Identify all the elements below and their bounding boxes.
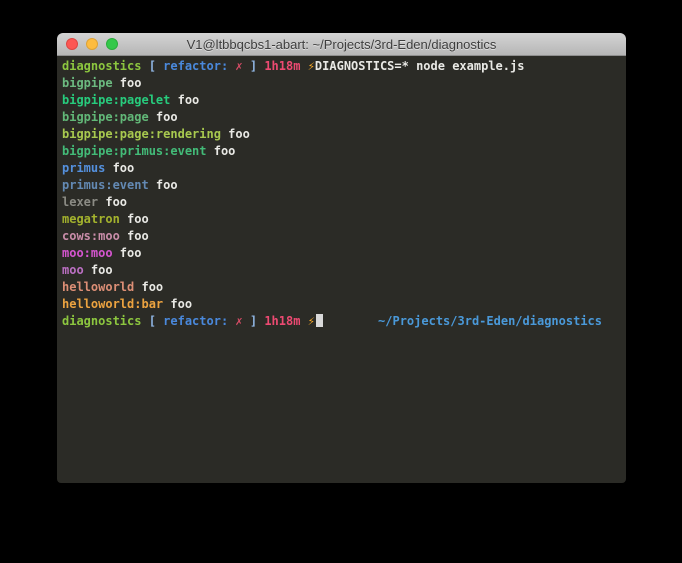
terminal-line: diagnostics [ refactor: ✗ ] 1h18m ⚡ ~/Pro…	[62, 313, 621, 330]
debug-message: foo	[127, 229, 149, 243]
terminal-line-text: megatron foo	[62, 211, 149, 228]
minimize-button[interactable]	[86, 38, 98, 50]
terminal-line-text: helloworld:bar foo	[62, 296, 192, 313]
debug-namespace: helloworld:bar	[62, 297, 170, 311]
git-dirty-flag: ✗	[235, 59, 242, 73]
prompt-project-name: diagnostics	[62, 314, 149, 328]
terminal-line-text: diagnostics [ refactor: ✗ ] 1h18m ⚡	[62, 313, 323, 330]
terminal-line: diagnostics [ refactor: ✗ ] 1h18m ⚡DIAGN…	[62, 58, 621, 75]
debug-namespace: primus	[62, 161, 113, 175]
traffic-lights	[66, 33, 118, 55]
terminal-line-text: primus foo	[62, 160, 134, 177]
prompt-project-name: diagnostics	[62, 59, 149, 73]
prompt-bracket: [	[149, 314, 163, 328]
terminal-line-text: bigpipe foo	[62, 75, 141, 92]
debug-namespace: cows:moo	[62, 229, 127, 243]
terminal-line-text: moo:moo foo	[62, 245, 141, 262]
terminal-line-text: moo foo	[62, 262, 113, 279]
debug-message: foo	[91, 263, 113, 277]
debug-message: foo	[120, 246, 142, 260]
terminal-line: cows:moo foo	[62, 228, 621, 245]
terminal-line: megatron foo	[62, 211, 621, 228]
prompt-bracket: ]	[243, 314, 265, 328]
terminal-window: V1@ltbbqcbs1-abart: ~/Projects/3rd-Eden/…	[57, 33, 626, 483]
terminal-line: helloworld:bar foo	[62, 296, 621, 313]
terminal-line: moo:moo foo	[62, 245, 621, 262]
terminal-line: bigpipe:primus:event foo	[62, 143, 621, 160]
git-dirty-flag: ✗	[235, 314, 242, 328]
terminal-line-text: bigpipe:primus:event foo	[62, 143, 235, 160]
debug-namespace: bigpipe:primus:event	[62, 144, 214, 158]
lightning-bolt-icon: ⚡	[308, 314, 315, 328]
terminal-line: lexer foo	[62, 194, 621, 211]
window-titlebar[interactable]: V1@ltbbqcbs1-abart: ~/Projects/3rd-Eden/…	[57, 33, 626, 56]
terminal-line: helloworld foo	[62, 279, 621, 296]
debug-namespace: megatron	[62, 212, 127, 226]
debug-namespace: helloworld	[62, 280, 141, 294]
terminal-line: bigpipe foo	[62, 75, 621, 92]
debug-message: foo	[228, 127, 250, 141]
terminal-line: primus:event foo	[62, 177, 621, 194]
debug-namespace: moo:moo	[62, 246, 120, 260]
terminal-line-text: bigpipe:pagelet foo	[62, 92, 199, 109]
prompt-duration: 1h18m	[264, 314, 307, 328]
prompt-bracket: ]	[243, 59, 265, 73]
debug-namespace: primus:event	[62, 178, 156, 192]
terminal-line-text: cows:moo foo	[62, 228, 149, 245]
debug-message: foo	[141, 280, 163, 294]
debug-message: foo	[156, 178, 178, 192]
debug-message: foo	[178, 93, 200, 107]
debug-namespace: moo	[62, 263, 91, 277]
terminal-line-text: diagnostics [ refactor: ✗ ] 1h18m ⚡DIAGN…	[62, 58, 524, 75]
debug-namespace: bigpipe:pagelet	[62, 93, 178, 107]
debug-message: foo	[120, 76, 142, 90]
terminal-line: primus foo	[62, 160, 621, 177]
command-text: DIAGNOSTICS=* node example.js	[315, 59, 525, 73]
debug-message: foo	[214, 144, 236, 158]
debug-message: foo	[127, 212, 149, 226]
terminal-line-text: bigpipe:page:rendering foo	[62, 126, 250, 143]
window-title: V1@ltbbqcbs1-abart: ~/Projects/3rd-Eden/…	[57, 37, 626, 52]
terminal-line-text: primus:event foo	[62, 177, 178, 194]
terminal-line-text: lexer foo	[62, 194, 127, 211]
close-button[interactable]	[66, 38, 78, 50]
terminal-cursor	[316, 314, 323, 327]
prompt-duration: 1h18m	[264, 59, 307, 73]
debug-namespace: bigpipe:page	[62, 110, 156, 124]
debug-message: foo	[105, 195, 127, 209]
terminal-line: bigpipe:pagelet foo	[62, 92, 621, 109]
terminal-line-text: helloworld foo	[62, 279, 163, 296]
desktop-background: V1@ltbbqcbs1-abart: ~/Projects/3rd-Eden/…	[0, 0, 682, 563]
terminal-line: bigpipe:page:rendering foo	[62, 126, 621, 143]
debug-message: foo	[113, 161, 135, 175]
zoom-button[interactable]	[106, 38, 118, 50]
rprompt-path: ~/Projects/3rd-Eden/diagnostics	[378, 313, 602, 330]
debug-message: foo	[170, 297, 192, 311]
git-branch: refactor:	[163, 59, 235, 73]
terminal-line-text: bigpipe:page foo	[62, 109, 178, 126]
debug-message: foo	[156, 110, 178, 124]
git-branch: refactor:	[163, 314, 235, 328]
lightning-bolt-icon: ⚡	[308, 59, 315, 73]
prompt-bracket: [	[149, 59, 163, 73]
debug-namespace: lexer	[62, 195, 105, 209]
terminal-line: moo foo	[62, 262, 621, 279]
debug-namespace: bigpipe:page:rendering	[62, 127, 228, 141]
terminal-line: bigpipe:page foo	[62, 109, 621, 126]
terminal-output[interactable]: diagnostics [ refactor: ✗ ] 1h18m ⚡DIAGN…	[57, 56, 626, 483]
debug-namespace: bigpipe	[62, 76, 120, 90]
